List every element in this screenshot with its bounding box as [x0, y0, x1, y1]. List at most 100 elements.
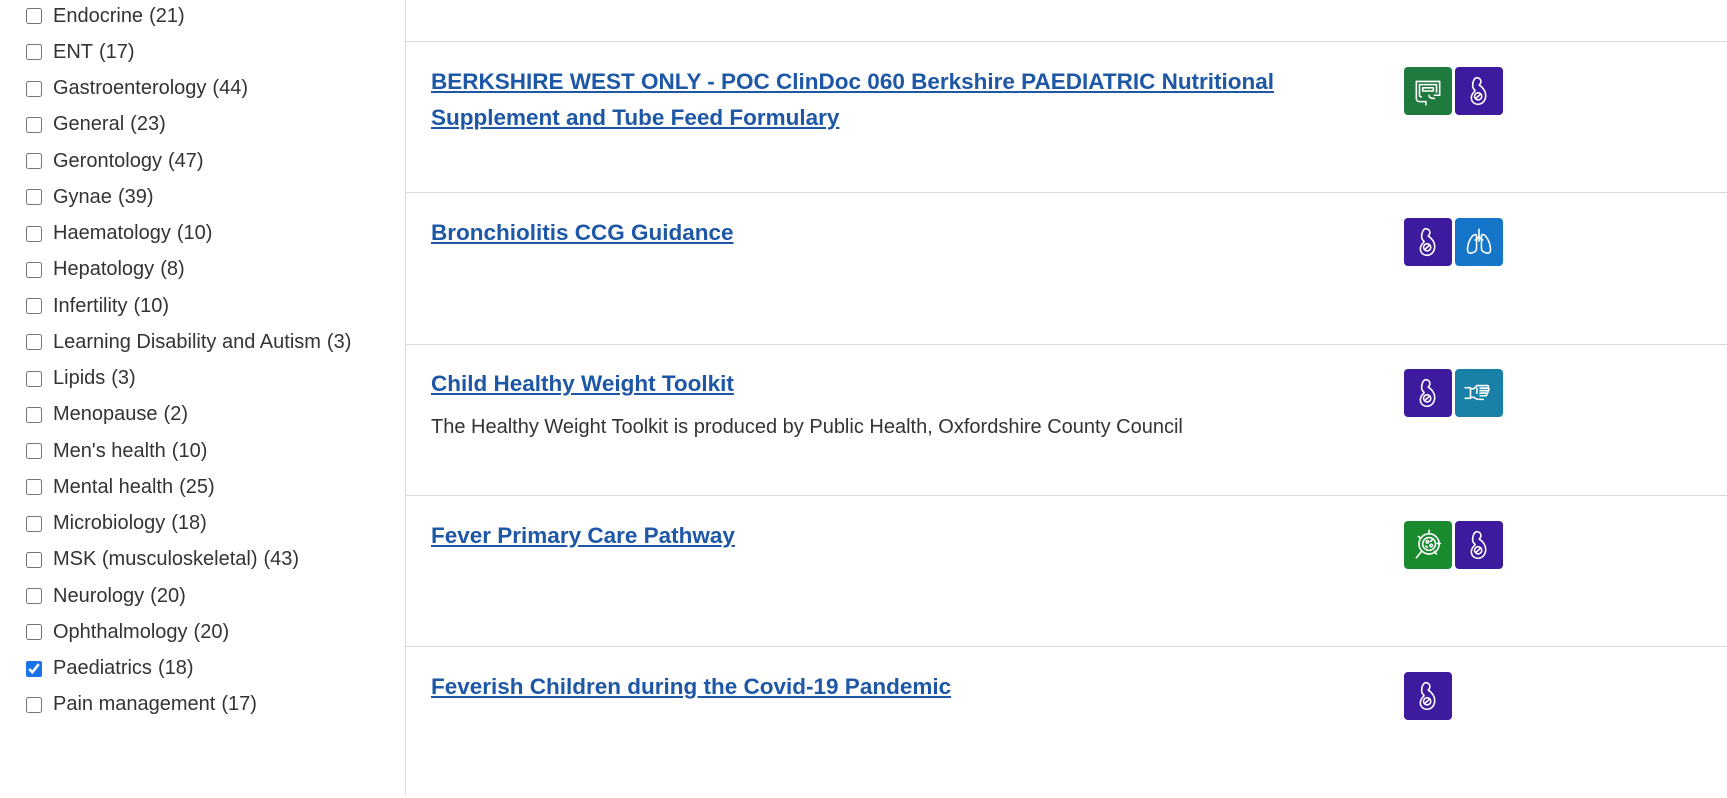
- filter-label[interactable]: Endocrine: [53, 5, 143, 28]
- specialty-badges: [1404, 67, 1503, 115]
- result-title-link[interactable]: Feverish Children during the Covid-19 Pa…: [431, 669, 1331, 705]
- filter-count: (2): [163, 403, 188, 426]
- filter-item[interactable]: MSK (musculoskeletal) (43): [24, 545, 299, 575]
- specialty-badges: [1404, 218, 1503, 267]
- filter-item[interactable]: Gynae (39): [24, 182, 154, 212]
- filter-count: (3): [326, 330, 352, 353]
- paediatrics-icon: [1404, 369, 1452, 418]
- filter-checkbox[interactable]: [26, 406, 42, 423]
- filter-checkbox[interactable]: [26, 696, 42, 713]
- filter-checkbox[interactable]: [26, 588, 42, 604]
- filter-checkbox[interactable]: [26, 334, 42, 351]
- filter-item[interactable]: Ophthalmology (20): [24, 617, 229, 647]
- result-item: Feverish Children during the Covid-19 Pa…: [406, 647, 1727, 798]
- filter-label[interactable]: Menopause: [53, 403, 158, 426]
- filter-label[interactable]: Pain management: [53, 693, 215, 716]
- filter-count: (17): [221, 693, 257, 716]
- filter-count: (18): [157, 657, 194, 679]
- result-title-link[interactable]: Fever Primary Care Pathway: [431, 518, 1331, 554]
- filter-item[interactable]: Hepatology (8): [24, 255, 185, 285]
- filter-item[interactable]: Menopause (2): [24, 400, 188, 430]
- result-title-link[interactable]: Child Healthy Weight Toolkit: [431, 366, 1331, 402]
- filter-checkbox[interactable]: [26, 551, 42, 568]
- filter-checkbox[interactable]: [26, 370, 42, 387]
- microbe-icon: [1404, 520, 1452, 569]
- result-item: Bronchiolitis CCG Guidance: [406, 193, 1727, 344]
- filter-label[interactable]: ENT: [53, 41, 93, 64]
- filter-item[interactable]: Learning Disability and Autism (3): [24, 327, 351, 357]
- filter-checkbox[interactable]: [26, 515, 42, 532]
- filter-count: (25): [179, 475, 215, 498]
- filter-count: (10): [133, 294, 170, 317]
- filter-label[interactable]: General: [53, 113, 124, 136]
- filter-checkbox[interactable]: [26, 479, 42, 496]
- filter-checkbox[interactable]: [26, 8, 42, 24]
- filter-item[interactable]: Mental health (25): [24, 472, 215, 502]
- paediatrics-icon: [1404, 671, 1452, 720]
- paediatrics-icon: [1455, 520, 1503, 569]
- filter-label[interactable]: Microbiology: [53, 512, 165, 535]
- filter-item[interactable]: Endocrine (21): [24, 1, 185, 31]
- filter-item[interactable]: ENT (17): [24, 37, 135, 67]
- filter-count: (3): [111, 367, 136, 389]
- result-title-link[interactable]: Bronchiolitis CCG Guidance: [431, 215, 1331, 251]
- filter-label[interactable]: Hepatology: [53, 258, 154, 281]
- filter-checkbox[interactable]: [26, 225, 42, 242]
- hand-icon: [1455, 369, 1503, 418]
- filter-checkbox[interactable]: [26, 624, 42, 641]
- filter-checkbox[interactable]: [26, 44, 42, 61]
- filter-item[interactable]: Men's health (10): [24, 436, 207, 466]
- filter-checkbox[interactable]: [26, 660, 42, 677]
- filter-count: (8): [160, 258, 185, 281]
- paediatrics-icon: [1404, 218, 1452, 267]
- filter-count: (20): [193, 620, 230, 643]
- filter-label[interactable]: Mental health: [53, 476, 173, 499]
- filter-checkbox[interactable]: [26, 189, 42, 206]
- specialty-badges: [1404, 671, 1452, 720]
- specialty-badges: [1404, 369, 1503, 418]
- filter-count: (10): [176, 222, 213, 244]
- filter-item[interactable]: Microbiology (18): [24, 509, 207, 539]
- filter-label[interactable]: Gynae: [53, 186, 112, 209]
- filter-checkbox[interactable]: [26, 153, 42, 169]
- filter-checkbox[interactable]: [26, 116, 42, 133]
- filter-label[interactable]: Learning Disability and Autism: [53, 331, 321, 354]
- filter-count: (23): [130, 113, 166, 136]
- result-item: Child Healthy Weight Toolkit The Healthy …: [406, 344, 1727, 495]
- filter-label[interactable]: Gerontology: [53, 150, 162, 173]
- filter-item[interactable]: Gastroenterology (44): [24, 74, 248, 104]
- filter-item[interactable]: General (23): [24, 110, 166, 140]
- filter-sidebar: Endocrine (21) ENT (17) Gastroenterology (44)…: [0, 0, 406, 795]
- filter-item[interactable]: Paediatrics (18): [24, 654, 194, 684]
- filter-label[interactable]: Haematology: [53, 222, 171, 245]
- filter-item[interactable]: Lipids (3): [24, 364, 136, 394]
- filter-count: (21): [149, 4, 185, 27]
- filter-item[interactable]: Neurology (20): [24, 581, 186, 611]
- filter-count: (20): [150, 584, 186, 607]
- filter-label[interactable]: MSK (musculoskeletal): [53, 548, 258, 571]
- filter-count: (43): [263, 548, 300, 571]
- filter-label[interactable]: Lipids: [53, 367, 105, 390]
- filter-checkbox[interactable]: [26, 261, 42, 278]
- filter-item[interactable]: Infertility (10): [24, 291, 169, 321]
- intestine-icon: [1404, 67, 1452, 115]
- specialty-badges: [1404, 520, 1503, 569]
- result-item: BERKSHIRE WEST ONLY - POC ClinDoc 060 Be…: [406, 42, 1727, 193]
- filter-label[interactable]: Men's health: [53, 440, 166, 463]
- result-title-link[interactable]: BERKSHIRE WEST ONLY - POC ClinDoc 060 Be…: [431, 64, 1331, 136]
- filter-label[interactable]: Infertility: [53, 295, 127, 318]
- filter-label[interactable]: Paediatrics: [53, 657, 152, 680]
- filter-checkbox[interactable]: [26, 443, 42, 459]
- filter-item[interactable]: Gerontology (47): [24, 146, 204, 176]
- paediatrics-icon: [1455, 67, 1503, 115]
- filter-label[interactable]: Neurology: [53, 585, 144, 608]
- filter-item[interactable]: Pain management (17): [24, 690, 257, 720]
- filter-label[interactable]: Ophthalmology: [53, 621, 188, 644]
- filter-checkbox[interactable]: [26, 298, 42, 314]
- filter-label[interactable]: Gastroenterology: [53, 77, 206, 100]
- filter-item[interactable]: Haematology (10): [24, 219, 212, 249]
- filter-count: (10): [171, 439, 208, 462]
- filter-checkbox[interactable]: [26, 80, 42, 97]
- result-description: The Healthy Weight Toolkit is produced b…: [431, 416, 1183, 439]
- result-item: Fever Primary Care Pathway: [406, 496, 1727, 647]
